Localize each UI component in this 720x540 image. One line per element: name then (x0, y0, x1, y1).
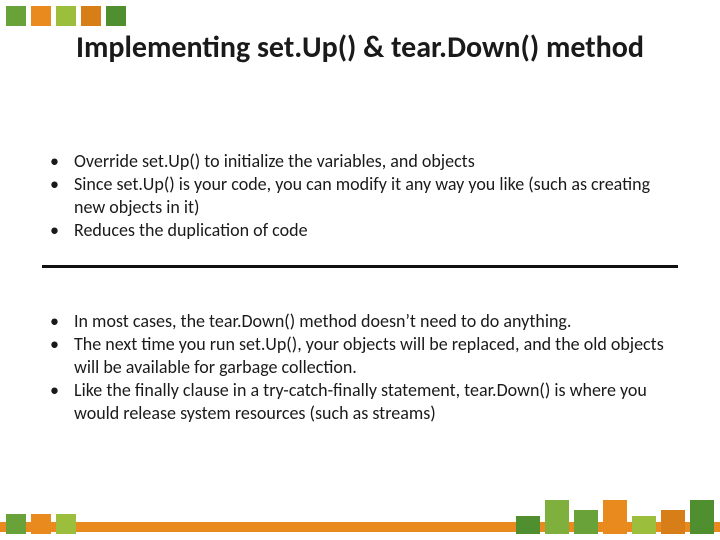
deco-square (574, 510, 598, 534)
bullet-text: Since set.Up() is your code, you can mod… (74, 173, 680, 219)
list-item: Reduces the duplication of code (50, 219, 680, 242)
bullet-block-teardown: In most cases, the tear.Down() method do… (50, 310, 680, 425)
deco-square (31, 514, 51, 534)
deco-square (56, 514, 76, 534)
deco-square (632, 516, 656, 534)
deco-square (690, 500, 714, 534)
list-item: Override set.Up() to initialize the vari… (50, 150, 680, 173)
bullet-text: The next time you run set.Up(), your obj… (74, 333, 680, 379)
deco-square (81, 6, 101, 26)
bullet-text: Reduces the duplication of code (74, 219, 680, 242)
bottom-left-square-row (6, 514, 76, 534)
deco-square (56, 6, 76, 26)
list-item: In most cases, the tear.Down() method do… (50, 310, 680, 333)
top-square-row (6, 6, 126, 26)
deco-square (6, 514, 26, 534)
deco-square (516, 516, 540, 534)
deco-square (545, 500, 569, 534)
bullet-text: In most cases, the tear.Down() method do… (74, 310, 680, 333)
slide-title: Implementing set.Up() & tear.Down() meth… (0, 30, 720, 66)
list-item: Since set.Up() is your code, you can mod… (50, 173, 680, 219)
deco-square (6, 6, 26, 26)
bottom-right-square-row (516, 500, 714, 534)
section-divider (42, 265, 678, 268)
bullet-text: Override set.Up() to initialize the vari… (74, 150, 680, 173)
slide: Implementing set.Up() & tear.Down() meth… (0, 0, 720, 540)
deco-square (31, 6, 51, 26)
list-item: The next time you run set.Up(), your obj… (50, 333, 680, 379)
deco-square (661, 510, 685, 534)
deco-square (603, 500, 627, 534)
deco-square (106, 6, 126, 26)
list-item: Like the finally clause in a try-catch-f… (50, 379, 680, 425)
bullet-block-setup: Override set.Up() to initialize the vari… (50, 150, 680, 242)
bullet-text: Like the finally clause in a try-catch-f… (74, 379, 680, 425)
